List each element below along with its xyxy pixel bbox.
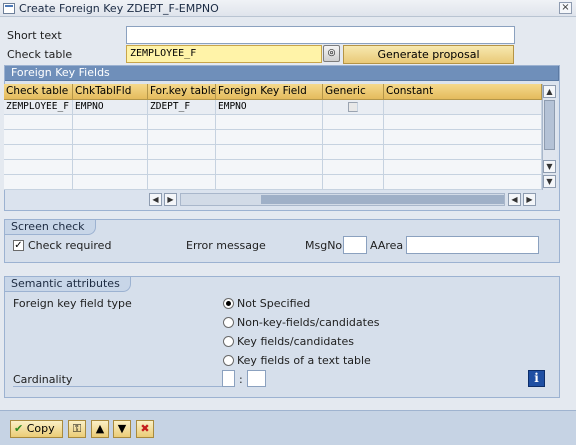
check-required-checkbox[interactable]: ✓ <box>13 240 24 251</box>
table-row[interactable] <box>4 145 542 160</box>
cell-constant[interactable] <box>384 100 542 114</box>
checkmark-icon: ✔ <box>14 422 24 435</box>
column-header-chk-table-field[interactable]: ChkTablFld <box>73 84 148 99</box>
arrow-down-icon[interactable]: ▼ <box>113 420 131 438</box>
aarea-label: AArea <box>370 239 404 252</box>
radio-label-key-fields-candidates: Key fields/candidates <box>237 335 354 348</box>
generate-proposal-button[interactable]: Generate proposal <box>343 45 514 64</box>
cancel-icon[interactable]: ✖ <box>136 420 154 438</box>
table-header: Check table ChkTablFld For.key table For… <box>4 84 542 100</box>
window-titlebar: Create Foreign Key ZDEPT_F-EMPNO × <box>0 0 576 17</box>
table-row[interactable]: ZEMPLOYEE_F EMPNO ZDEPT_F EMPNO <box>4 100 542 115</box>
radio-key-fields-candidates[interactable] <box>223 336 234 347</box>
cardinality-underline <box>13 386 223 387</box>
short-text-input[interactable] <box>126 26 515 44</box>
cell-generic[interactable] <box>323 100 384 114</box>
scrollbar-thumb[interactable] <box>544 100 555 150</box>
radio-label-key-fields-text-table: Key fields of a text table <box>237 354 371 367</box>
short-text-label: Short text <box>7 29 62 42</box>
table-row[interactable] <box>4 115 542 130</box>
cardinality-label: Cardinality <box>13 373 73 386</box>
cardinality-left-input[interactable] <box>222 370 235 387</box>
column-header-foreign-key-field[interactable]: Foreign Key Field <box>216 84 323 99</box>
column-header-constant[interactable]: Constant <box>384 84 542 99</box>
table-horizontal-scrollbar[interactable] <box>180 193 505 206</box>
cell-chk-table-field[interactable]: EMPNO <box>73 100 148 114</box>
scroll-left-icon[interactable]: ◀ <box>149 193 162 206</box>
radio-key-fields-text-table[interactable] <box>223 355 234 366</box>
value-help-icon[interactable]: ◎ <box>323 45 340 62</box>
table-vertical-scrollbar[interactable]: ▲ ▼ ▼ <box>542 84 557 190</box>
radio-label-non-key-fields: Non-key-fields/candidates <box>237 316 380 329</box>
close-window-button[interactable]: × <box>559 2 572 14</box>
window-title: Create Foreign Key ZDEPT_F-EMPNO <box>19 1 219 15</box>
copy-button-label: Copy <box>26 422 55 435</box>
cell-foreign-key-field[interactable]: EMPNO <box>216 100 323 114</box>
column-header-for-key-table[interactable]: For.key table <box>148 84 216 99</box>
cell-for-key-table[interactable]: ZDEPT_F <box>148 100 216 114</box>
radio-label-not-specified: Not Specified <box>237 297 311 310</box>
hierarchy-icon[interactable]: ⚿ <box>68 420 86 438</box>
screen-check-title: Screen check <box>5 220 96 235</box>
column-header-generic[interactable]: Generic <box>323 84 384 99</box>
check-table-input[interactable]: ZEMPLOYEE_F <box>126 45 322 63</box>
bottom-toolbar: ✔ Copy ⚿ ▲ ▼ ✖ <box>0 410 576 445</box>
error-message-label: Error message <box>186 239 266 252</box>
radio-non-key-fields[interactable] <box>223 317 234 328</box>
table-row[interactable] <box>4 160 542 175</box>
table-row[interactable] <box>4 175 542 190</box>
fk-field-type-label: Foreign key field type <box>13 297 132 310</box>
scroll-down-icon[interactable]: ▼ <box>543 175 556 188</box>
foreign-key-fields-table: Check table ChkTablFld For.key table For… <box>4 84 542 190</box>
scroll-right-end-icon[interactable]: ▶ <box>523 193 536 206</box>
check-table-label: Check table <box>7 48 73 61</box>
semantic-attributes-title: Semantic attributes <box>5 277 131 292</box>
check-required-label: Check required <box>28 239 112 252</box>
cardinality-separator: : <box>239 373 243 386</box>
column-header-check-table[interactable]: Check table <box>4 84 73 99</box>
generic-checkbox[interactable] <box>348 102 358 112</box>
copy-button[interactable]: ✔ Copy <box>10 420 63 438</box>
window-app-icon <box>3 2 15 14</box>
table-row[interactable] <box>4 130 542 145</box>
aarea-input[interactable] <box>406 236 539 254</box>
cell-check-table[interactable]: ZEMPLOYEE_F <box>4 100 73 114</box>
radio-not-specified[interactable] <box>223 298 234 309</box>
scroll-right-small-icon[interactable]: ▶ <box>164 193 177 206</box>
cardinality-right-input[interactable] <box>247 370 266 387</box>
msgno-input[interactable] <box>343 236 367 254</box>
msgno-label: MsgNo <box>305 239 343 252</box>
scroll-up-icon[interactable]: ▲ <box>543 85 556 98</box>
hscroll-thumb[interactable] <box>261 195 504 204</box>
arrow-up-icon[interactable]: ▲ <box>91 420 109 438</box>
info-icon[interactable]: i <box>528 370 545 387</box>
scroll-left-end-icon[interactable]: ◀ <box>508 193 521 206</box>
foreign-key-fields-title: Foreign Key Fields <box>5 66 559 81</box>
scroll-down-small-icon[interactable]: ▼ <box>543 160 556 173</box>
